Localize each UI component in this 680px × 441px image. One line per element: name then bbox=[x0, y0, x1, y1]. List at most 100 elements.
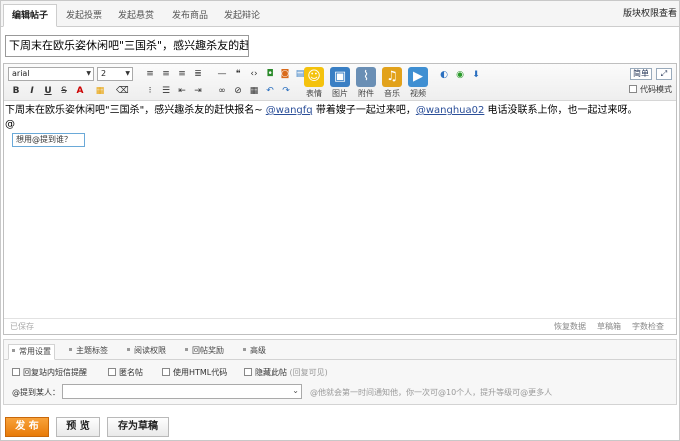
chevron-down-icon: ▼ bbox=[125, 70, 130, 77]
restore-data-link[interactable]: 恢复数据 bbox=[554, 321, 586, 332]
video-button[interactable]: ▶ 视频 bbox=[405, 67, 431, 99]
align-right-icon[interactable]: ≡ bbox=[176, 68, 188, 80]
align-left-icon[interactable]: ≡ bbox=[144, 68, 156, 80]
background-color-icon[interactable]: ▦ bbox=[94, 85, 106, 97]
ordered-list-icon[interactable]: ⁝ bbox=[144, 85, 156, 97]
undo-icon[interactable]: ↶ bbox=[264, 85, 276, 97]
draft-box-link[interactable]: 草稿箱 bbox=[597, 321, 621, 332]
flash-icon[interactable]: ◐ bbox=[438, 69, 450, 81]
post-editor-window: 编辑帖子 发起投票 发起悬赏 发布商品 发起辩论 版块权限查看 下周末在欧乐姿休… bbox=[0, 0, 680, 441]
tab-topic-tags[interactable]: 主题标签 bbox=[66, 344, 111, 360]
checkbox-label: 使用HTML代码 bbox=[173, 368, 228, 377]
underline-icon[interactable]: U bbox=[42, 85, 54, 97]
tab-start-reward[interactable]: 发起悬赏 bbox=[109, 4, 163, 27]
hide-post-checkbox[interactable]: 隐藏此帖 (回复可见) bbox=[244, 368, 328, 378]
rich-text-editor: arial ▼ 2 ▼ ≡ ≡ ≡ ≣ — ❝ ‹› ◘ ◙ ▤ B I U S A… bbox=[3, 63, 677, 335]
mention-link[interactable]: @wanghua02 bbox=[416, 105, 485, 116]
fullscreen-icon[interactable]: ⤢ bbox=[656, 68, 672, 80]
tab-label: 高级 bbox=[250, 346, 266, 355]
subject-input[interactable]: 下周末在欧乐姿休闲吧"三国杀"，感兴趣杀友的赶快报名~ bbox=[5, 35, 249, 57]
checkbox-extra: (回复可见) bbox=[289, 368, 328, 377]
publish-button[interactable]: 发 布 bbox=[5, 417, 49, 437]
music-label: 音乐 bbox=[384, 89, 400, 98]
checkbox-label: 回复站内短信提醒 bbox=[23, 368, 87, 377]
forum-permission-link[interactable]: 版块权限查看 bbox=[623, 4, 677, 24]
strikethrough-icon[interactable]: S bbox=[58, 85, 70, 97]
bold-icon[interactable]: B bbox=[10, 85, 22, 97]
music-button[interactable]: ♫ 音乐 bbox=[379, 67, 405, 99]
tab-publish-product[interactable]: 发布商品 bbox=[163, 4, 217, 27]
anonymous-checkbox[interactable]: 匿名帖 bbox=[108, 368, 143, 378]
content-text: 电话没联系上你，也一起过来呀。 bbox=[484, 105, 638, 116]
checkbox-icon bbox=[629, 85, 637, 93]
table-icon[interactable]: ▦ bbox=[248, 85, 260, 97]
code-icon[interactable]: ‹› bbox=[248, 68, 260, 80]
tab-label: 主题标签 bbox=[76, 346, 108, 355]
clear-format-icon[interactable]: ⌫ bbox=[116, 85, 129, 97]
redo-icon[interactable]: ↷ bbox=[280, 85, 292, 97]
post-options-panel: 常用设置 主题标签 阅读权限 回帖奖励 高级 回复站内短信提醒 匿名帖 使用HT… bbox=[3, 339, 677, 405]
editor-content[interactable]: 下周末在欧乐姿休闲吧"三国杀"，感兴趣杀友的赶快报名~ @wangfq 带着嫂子… bbox=[4, 102, 676, 320]
content-text: 带着嫂子一起过来吧， bbox=[312, 105, 416, 116]
video-icon: ▶ bbox=[408, 67, 428, 87]
outdent-icon[interactable]: ⇤ bbox=[176, 85, 188, 97]
align-justify-icon[interactable]: ≣ bbox=[192, 68, 204, 80]
options-tabs: 常用设置 主题标签 阅读权限 回帖奖励 高级 bbox=[4, 340, 676, 360]
content-line-1: 下周末在欧乐姿休闲吧"三国杀"，感兴趣杀友的赶快报名~ @wangfq 带着嫂子… bbox=[5, 104, 638, 118]
checkbox-icon bbox=[244, 368, 252, 376]
mention-link[interactable]: @wangfq bbox=[266, 105, 313, 116]
emoticon-label: 表情 bbox=[306, 89, 322, 98]
save-draft-button[interactable]: 存为草稿 bbox=[107, 417, 169, 437]
horizontal-rule-icon[interactable]: — bbox=[216, 68, 228, 80]
bullet-icon bbox=[127, 348, 130, 351]
tab-label: 回帖奖励 bbox=[192, 346, 224, 355]
tab-start-poll[interactable]: 发起投票 bbox=[57, 4, 111, 27]
font-family-select[interactable]: arial ▼ bbox=[8, 67, 94, 81]
unordered-list-icon[interactable]: ☰ bbox=[160, 85, 172, 97]
tab-reply-reward[interactable]: 回帖奖励 bbox=[182, 344, 227, 360]
chevron-down-icon: ▼ bbox=[86, 70, 91, 77]
use-html-checkbox[interactable]: 使用HTML代码 bbox=[162, 368, 227, 378]
image-icon: ▣ bbox=[330, 67, 350, 87]
double-chevron-down-icon[interactable]: ⌄ bbox=[292, 386, 299, 395]
link-icon[interactable]: ∞ bbox=[216, 85, 228, 97]
free-icon[interactable]: ◘ bbox=[264, 68, 276, 80]
saved-status: 已保存 bbox=[10, 322, 34, 331]
font-color-icon[interactable]: A bbox=[74, 85, 86, 97]
tab-read-permission[interactable]: 阅读权限 bbox=[124, 344, 169, 360]
align-center-icon[interactable]: ≡ bbox=[160, 68, 172, 80]
tab-start-debate[interactable]: 发起辩论 bbox=[215, 4, 269, 27]
code-mode-checkbox[interactable]: 代码模式 bbox=[629, 85, 672, 95]
word-check-link[interactable]: 字数检查 bbox=[632, 321, 664, 332]
indent-icon[interactable]: ⇥ bbox=[192, 85, 204, 97]
hide-icon[interactable]: ◙ bbox=[279, 68, 291, 80]
italic-icon[interactable]: I bbox=[26, 85, 38, 97]
emoticon-button[interactable]: ☺ 表情 bbox=[301, 67, 327, 99]
font-size-select[interactable]: 2 ▼ bbox=[97, 67, 133, 81]
quote-icon[interactable]: ❝ bbox=[232, 68, 244, 80]
arrow-down-icon[interactable]: ⬇ bbox=[470, 69, 482, 81]
bullet-icon bbox=[185, 348, 188, 351]
tab-label: 阅读权限 bbox=[134, 346, 166, 355]
checkbox-icon bbox=[12, 368, 20, 376]
download-icon[interactable]: ◉ bbox=[454, 69, 466, 81]
tab-common-settings[interactable]: 常用设置 bbox=[8, 344, 55, 360]
reply-notify-checkbox[interactable]: 回复站内短信提醒 bbox=[12, 368, 87, 378]
post-type-tabs: 编辑帖子 发起投票 发起悬赏 发布商品 发起辩论 版块权限查看 bbox=[1, 1, 679, 27]
bullet-icon bbox=[69, 348, 72, 351]
unlink-icon[interactable]: ⊘ bbox=[232, 85, 244, 97]
tab-advanced[interactable]: 高级 bbox=[240, 344, 269, 360]
attachment-button[interactable]: ⌇ 附件 bbox=[353, 67, 379, 99]
mention-suggest-popup[interactable]: 想用@提到谁？ bbox=[12, 133, 85, 147]
video-label: 视频 bbox=[410, 89, 426, 98]
mention-someone-label: @提到某人： bbox=[12, 388, 60, 397]
image-button[interactable]: ▣ 图片 bbox=[327, 67, 353, 99]
preview-button[interactable]: 预 览 bbox=[56, 417, 100, 437]
simple-mode-button[interactable]: 简单 bbox=[630, 68, 652, 80]
bullet-icon bbox=[243, 348, 246, 351]
code-mode-label: 代码模式 bbox=[640, 85, 672, 94]
mention-someone-input[interactable]: ⌄ bbox=[62, 384, 302, 399]
font-size-value: 2 bbox=[101, 69, 107, 78]
tab-edit-post[interactable]: 编辑帖子 bbox=[3, 4, 58, 27]
tab-label: 常用设置 bbox=[19, 347, 51, 356]
